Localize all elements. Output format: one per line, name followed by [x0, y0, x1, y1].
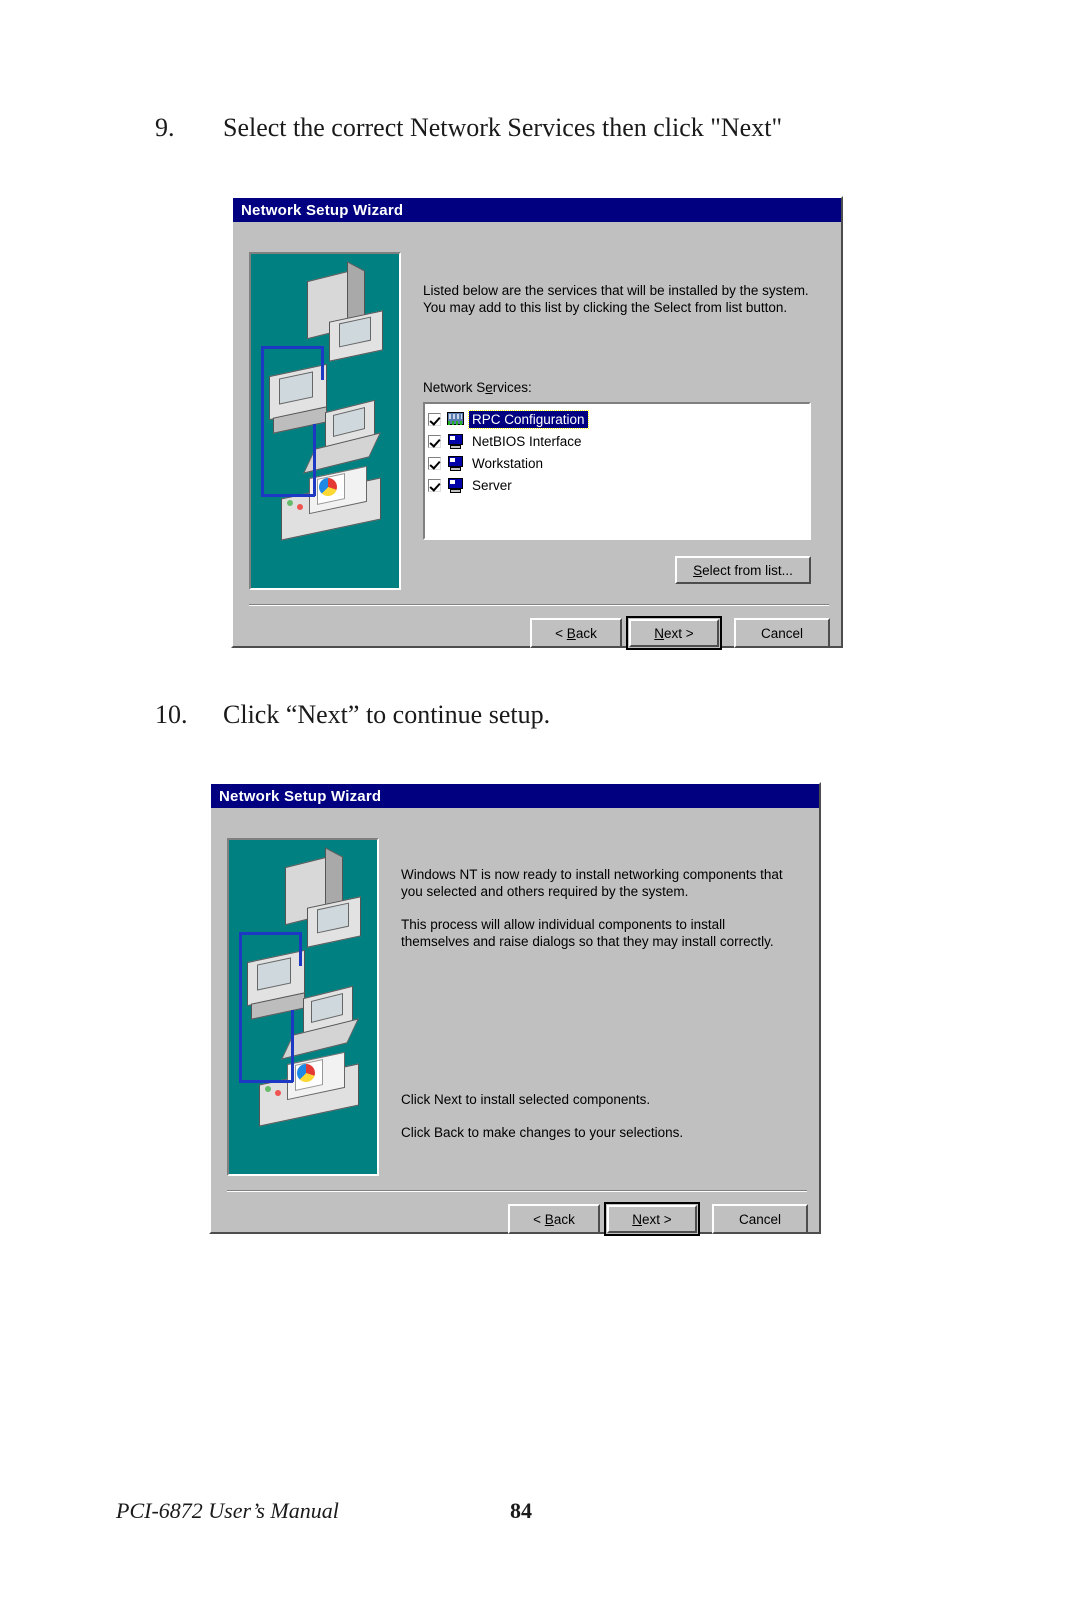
step-10-text: Click “Next” to continue setup. [223, 700, 551, 729]
back-button-label: < Back [555, 625, 597, 641]
monitor-icon [447, 433, 464, 449]
list-item-label: NetBIOS Interface [472, 433, 582, 449]
dialog1-illustration [249, 252, 401, 590]
next-button[interactable]: Next > [626, 616, 722, 650]
cancel-button[interactable]: Cancel [712, 1204, 808, 1234]
dialog2-illustration [227, 838, 379, 1176]
dialog1-separator [249, 604, 829, 606]
dialog2-paragraph-3: Click Next to install selected component… [401, 1092, 651, 1107]
list-item[interactable]: RPC Configuration [428, 408, 806, 430]
monitor-icon [447, 477, 464, 493]
back-button[interactable]: < Back [530, 618, 622, 648]
back-button[interactable]: < Back [508, 1204, 600, 1234]
monitor-icon [447, 455, 464, 471]
footer-page-number: 84 [510, 1498, 532, 1523]
cancel-button[interactable]: Cancel [734, 618, 830, 648]
back-button-label: < Back [533, 1211, 575, 1227]
network-setup-wizard-dialog-services[interactable]: Network Setup Wizard Listed below are th… [231, 196, 843, 650]
next-button-label: Next > [654, 625, 694, 641]
dialog2-titlebar: Network Setup Wizard [211, 784, 819, 808]
list-item[interactable]: Server [428, 474, 806, 496]
checkbox-checked-icon[interactable] [428, 434, 441, 448]
cancel-button-label: Cancel [738, 1211, 782, 1227]
next-button[interactable]: Next > [604, 1202, 700, 1236]
dialog1-title: Network Setup Wizard [241, 201, 404, 219]
dialog2-separator [227, 1190, 807, 1192]
dialog2-paragraph-1: Windows NT is now ready to install netwo… [401, 867, 783, 899]
dialog1-intro-text: Listed below are the services that will … [423, 283, 809, 315]
step-9: 9. Select the correct Network Services t… [155, 113, 782, 143]
dialog1-list-label: Network Services: [423, 380, 532, 395]
select-from-list-label: Select from list... [693, 562, 793, 578]
step-9-number: 9. [155, 113, 175, 142]
step-10: 10. Click “Next” to continue setup. [155, 700, 550, 730]
list-item-label: Server [472, 477, 512, 493]
footer-manual-title: PCI-6872 User’s Manual [116, 1498, 339, 1523]
list-item-label: RPC Configuration [468, 409, 589, 429]
checkbox-checked-icon[interactable] [428, 478, 441, 492]
step-9-text: Select the correct Network Services then… [223, 113, 783, 142]
network-services-listbox[interactable]: RPC Configuration NetBIOS Interface Work… [423, 402, 811, 540]
list-item[interactable]: Workstation [428, 452, 806, 474]
select-from-list-button[interactable]: Select from list... [675, 556, 811, 584]
step-10-number: 10. [155, 700, 188, 729]
dialog2-title: Network Setup Wizard [219, 787, 382, 805]
chip-icon [447, 411, 464, 427]
cancel-button-label: Cancel [760, 625, 804, 641]
list-item-label: Workstation [472, 455, 544, 471]
next-button-inner: Next > [629, 619, 719, 647]
dialog2-paragraph-4: Click Back to make changes to your selec… [401, 1125, 684, 1140]
dialog2-paragraph-2: This process will allow individual compo… [401, 917, 774, 949]
network-setup-wizard-dialog-ready[interactable]: Network Setup Wizard Windows NT is now r… [209, 782, 821, 1236]
checkbox-checked-icon[interactable] [428, 412, 441, 426]
next-button-inner: Next > [607, 1205, 697, 1233]
list-item[interactable]: NetBIOS Interface [428, 430, 806, 452]
next-button-label: Next > [632, 1211, 672, 1227]
dialog1-titlebar: Network Setup Wizard [233, 198, 841, 222]
checkbox-checked-icon[interactable] [428, 456, 441, 470]
